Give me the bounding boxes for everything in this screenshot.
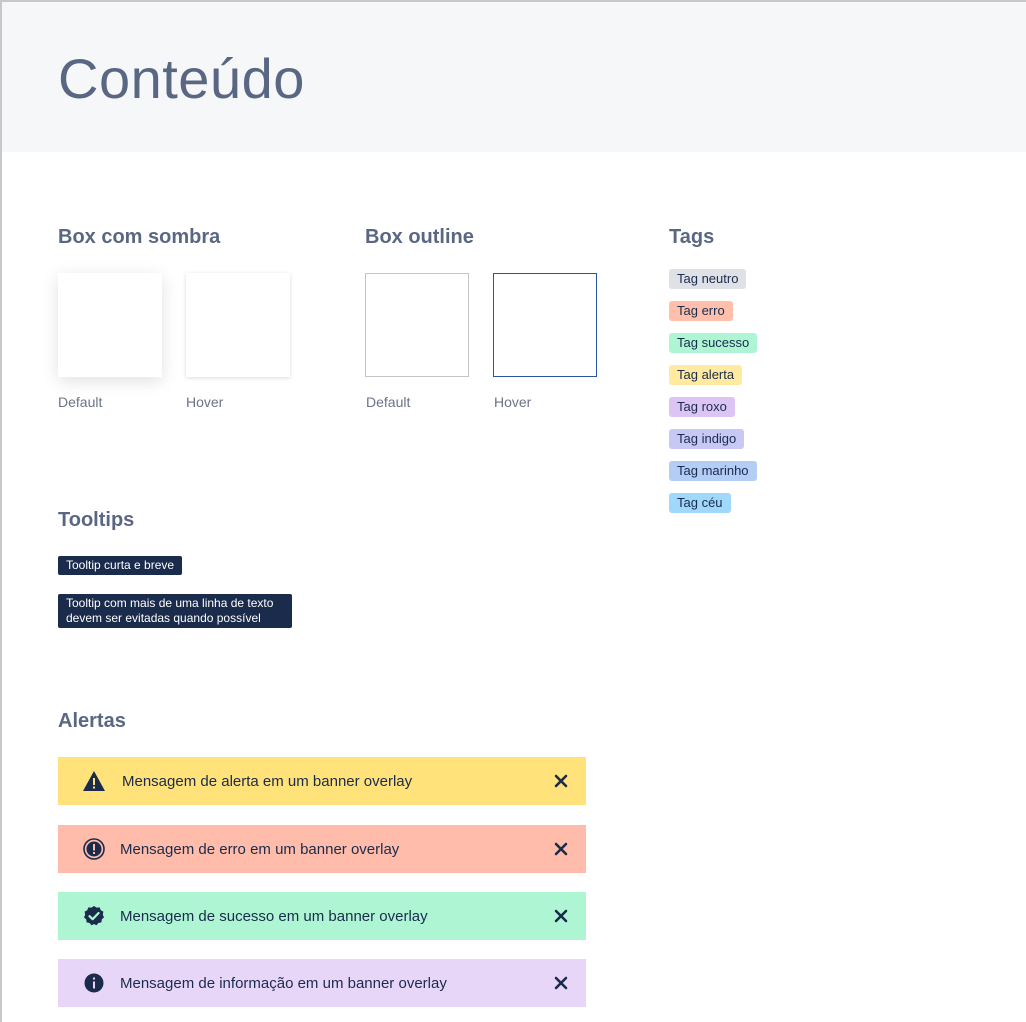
outline-box-hover[interactable] [493, 273, 597, 377]
tag-neutro: Tag neutro [669, 269, 747, 289]
alert-error-message: Mensagem de erro em um banner overlay [120, 840, 400, 858]
info-circle-icon [82, 971, 106, 995]
page-title: Conteúdo [58, 47, 305, 110]
tag-ceu: Tag céu [669, 493, 731, 513]
alert-warning-message: Mensagem de alerta em um banner overlay [122, 772, 413, 790]
section-title-box-outline: Box outline [365, 226, 474, 248]
outline-box-default-caption: Default [366, 394, 411, 410]
alert-info: Mensagem de informação em um banner over… [58, 959, 586, 1007]
alert-warning: Mensagem de alerta em um banner overlay [58, 757, 586, 805]
tooltip-short-text: Tooltip curta e breve [66, 558, 175, 572]
shadow-box-hover[interactable] [186, 273, 290, 377]
warning-triangle-icon [82, 769, 106, 793]
section-title-tags: Tags [669, 226, 715, 248]
outline-box-hover-caption: Hover [494, 394, 532, 410]
close-icon[interactable] [554, 909, 568, 923]
check-circle-icon [82, 904, 106, 928]
alert-success: Mensagem de sucesso em um banner overlay [58, 892, 586, 940]
tooltip-long: Tooltip com mais de uma linha de texto d… [58, 594, 292, 628]
tag-sucesso: Tag sucesso [669, 333, 758, 353]
close-icon[interactable] [554, 842, 568, 856]
page-header: Conteúdo [2, 2, 1026, 152]
alert-error: Mensagem de erro em um banner overlay [58, 825, 586, 873]
tag-alerta: Tag alerta [669, 365, 743, 385]
tooltip-short: Tooltip curta e breve [58, 556, 183, 575]
alert-success-message: Mensagem de sucesso em um banner overlay [120, 907, 428, 925]
shadow-box-default-caption: Default [58, 394, 103, 410]
tooltip-long-line-2: devem ser evitadas quando possível [66, 611, 261, 625]
close-icon[interactable] [554, 976, 568, 990]
section-title-tooltips: Tooltips [58, 509, 135, 531]
close-icon[interactable] [554, 774, 568, 788]
outline-box-default [365, 273, 469, 377]
tooltip-long-line-1: Tooltip com mais de uma linha de texto [66, 596, 274, 610]
shadow-box-default [58, 273, 162, 377]
alert-info-message: Mensagem de informação em um banner over… [120, 974, 447, 992]
tag-roxo: Tag roxo [669, 397, 735, 417]
tag-indigo: Tag indigo [669, 429, 745, 449]
section-title-box-shadow: Box com sombra [58, 226, 221, 248]
error-circle-icon [82, 837, 106, 861]
shadow-box-hover-caption: Hover [186, 394, 224, 410]
section-title-alerts: Alertas [58, 710, 126, 732]
tag-erro: Tag erro [669, 301, 733, 321]
tag-marinho: Tag marinho [669, 461, 757, 481]
